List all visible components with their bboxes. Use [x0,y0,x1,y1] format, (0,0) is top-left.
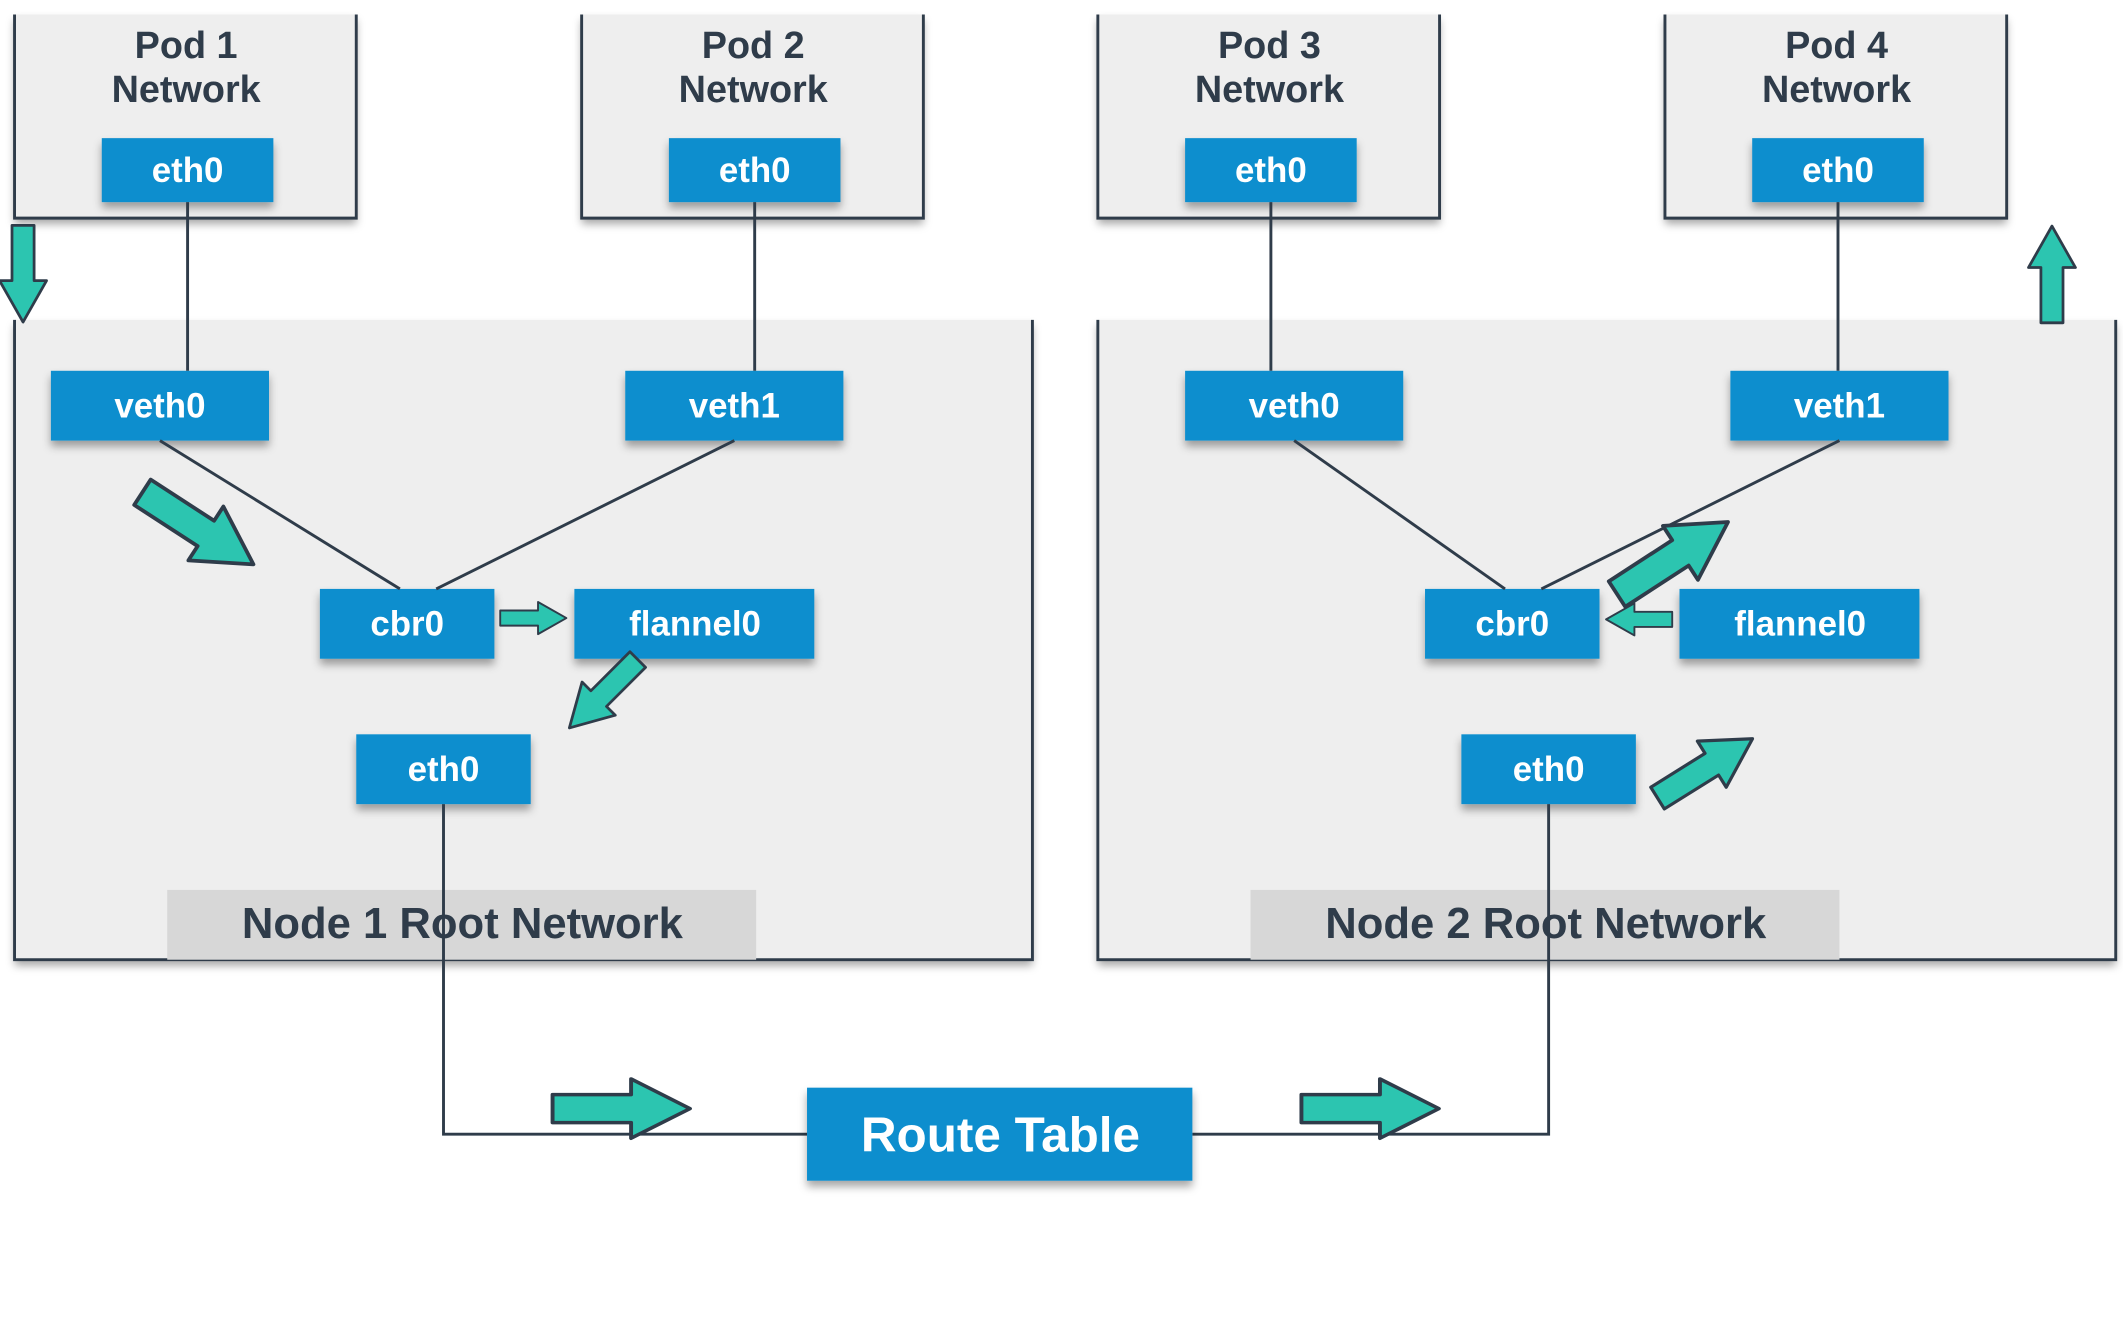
node1-banner: Node 1 Root Network [167,890,756,960]
pod2-eth0: eth0 [669,138,841,202]
arrow-right-icon [553,1079,690,1138]
pod2-title-2: Network [679,69,829,111]
arrow-right-icon [1301,1079,1438,1138]
node2-eth0-label: eth0 [1513,750,1585,789]
node1-veth1-label: veth1 [689,386,780,425]
arrow-up-icon [2028,226,2075,323]
node1-veth1: veth1 [625,371,843,441]
node1-cbr0-label: cbr0 [370,604,444,643]
route-table: Route Table [807,1088,1192,1181]
pod1-eth0-label: eth0 [152,151,224,190]
node2-eth0: eth0 [1461,734,1635,804]
node1-eth0: eth0 [356,734,530,804]
route-table-label: Route Table [861,1108,1140,1163]
pod4-title-1: Pod 4 [1785,25,1888,67]
node2-veth1: veth1 [1730,371,1948,441]
node2-cbr0: cbr0 [1425,589,1599,659]
node1-flannel0-label: flannel0 [629,604,761,643]
pod3-eth0: eth0 [1185,138,1357,202]
pod4-title-2: Network [1762,69,1912,111]
diagram-canvas: Node 1 Root Network Node 2 Root Network … [0,0,2123,1323]
node2-veth0-label: veth0 [1249,386,1340,425]
pod2-eth0-label: eth0 [719,151,791,190]
node1-banner-label: Node 1 Root Network [242,900,684,948]
pod1-title-1: Pod 1 [135,25,238,67]
pod2-title-1: Pod 2 [702,25,805,67]
pod1-panel: Pod 1 Network eth0 [15,15,357,219]
pod3-eth0-label: eth0 [1235,151,1307,190]
node2-flannel0: flannel0 [1679,589,1919,659]
node1-veth0-label: veth0 [114,386,205,425]
node2-flannel0-label: flannel0 [1734,604,1866,643]
pod4-eth0-label: eth0 [1802,151,1874,190]
pod1-eth0: eth0 [102,138,274,202]
node2-banner: Node 2 Root Network [1251,890,1840,960]
node1-cbr0: cbr0 [320,589,494,659]
pod4-eth0: eth0 [1752,138,1924,202]
arrow-down-icon [0,225,47,322]
node2-veth0: veth0 [1185,371,1403,441]
pod4-panel: Pod 4 Network eth0 [1665,15,2007,219]
pod3-title-1: Pod 3 [1218,25,1321,67]
node2-banner-label: Node 2 Root Network [1325,900,1767,948]
node1-eth0-label: eth0 [408,750,480,789]
pod3-title-2: Network [1195,69,1345,111]
pod1-title-2: Network [112,69,262,111]
node1-veth0: veth0 [51,371,269,441]
node1-flannel0: flannel0 [574,589,814,659]
node2-veth1-label: veth1 [1794,386,1885,425]
pod3-panel: Pod 3 Network eth0 [1098,15,1440,219]
node2-cbr0-label: cbr0 [1475,604,1549,643]
pod2-panel: Pod 2 Network eth0 [582,15,924,219]
